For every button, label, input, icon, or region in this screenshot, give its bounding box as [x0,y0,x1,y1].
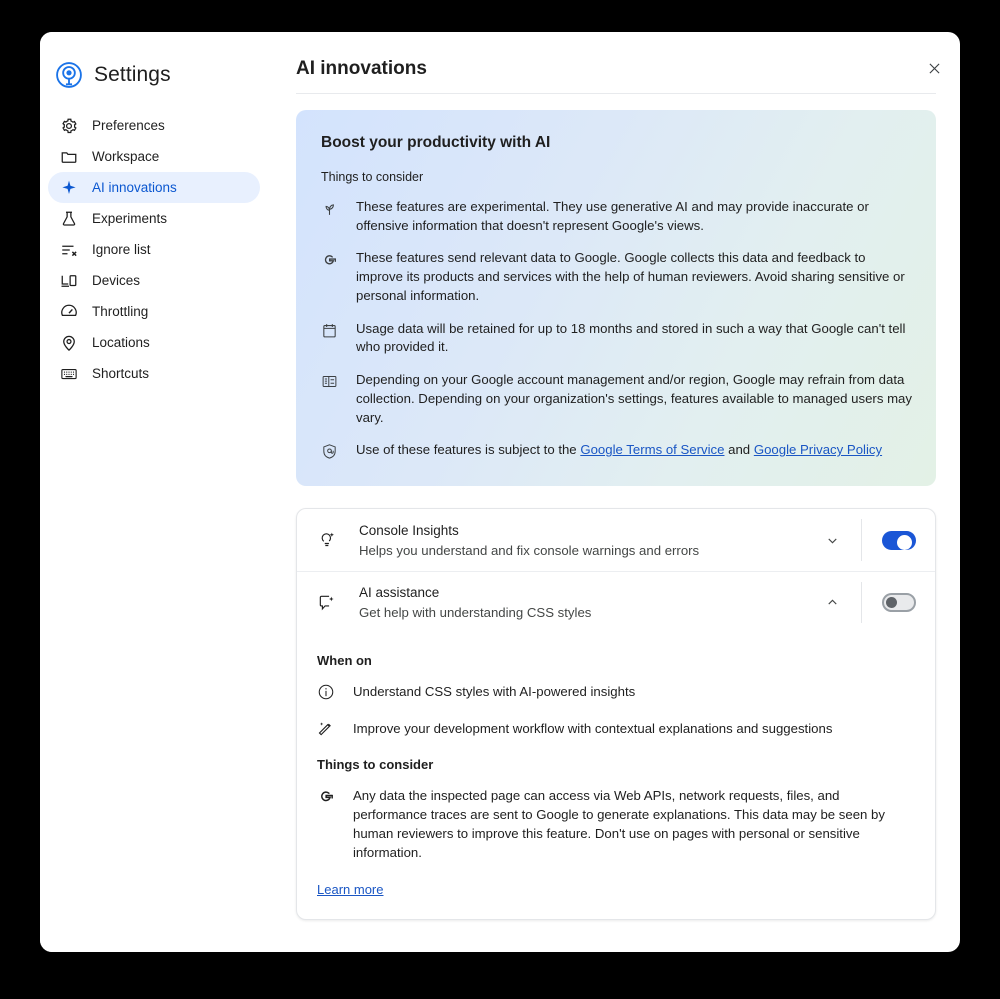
things-to-consider-title: Things to consider [317,757,913,772]
sidebar-item-label: Throttling [92,304,148,319]
info-bullet-text: These features are experimental. They us… [356,198,912,235]
sidebar-item-devices[interactable]: Devices [48,265,260,296]
when-on-item-text: Understand CSS styles with AI-powered in… [353,682,635,701]
corporate-fare-icon [321,373,338,390]
things-to-consider-item: Any data the inspected page can access v… [317,786,913,863]
toggle-cell [861,582,935,623]
keyboard-icon [60,365,78,383]
info-bullet: Depending on your Google account managem… [321,371,912,427]
policy-shield-icon [321,443,338,460]
sidebar-item-shortcuts[interactable]: Shortcuts [48,358,260,389]
ai-assistance-expanded-panel: When on Understand CSS styles with AI-po… [297,633,935,919]
sidebar-item-experiments[interactable]: Experiments [48,203,260,234]
sidebar-item-workspace[interactable]: Workspace [48,141,260,172]
dialog-body: Settings Preferences [40,32,960,952]
google-privacy-policy-link[interactable]: Google Privacy Policy [754,442,882,457]
info-legal-text: Use of these features is subject to the … [356,441,882,460]
feature-row-ai-assistance[interactable]: AI assistance Get help with understandin… [297,571,935,633]
sidebar-item-label: Shortcuts [92,366,149,381]
sidebar-nav: Preferences Workspace [40,110,268,389]
info-legal-row: Use of these features is subject to the … [321,441,912,460]
brand-header: Settings [40,32,268,94]
legal-prefix: Use of these features is subject to the [356,442,580,457]
folder-icon [60,148,78,166]
when-on-item-text: Improve your development workflow with c… [353,719,832,738]
info-bullet-text: Depending on your Google account managem… [356,371,912,427]
sidebar-item-label: Workspace [92,149,159,164]
sidebar-item-label: Locations [92,335,150,350]
content-header: AI innovations [296,32,936,94]
feature-description: Helps you understand and fix console war… [359,541,815,560]
sidebar-item-ai-innovations[interactable]: AI innovations [48,172,260,203]
info-bullet-text: These features send relevant data to Goo… [356,249,912,305]
list-remove-icon [60,241,78,259]
info-circle-icon [317,683,335,701]
ai-info-card: Boost your productivity with AI Things t… [296,110,936,486]
auto-fix-icon [317,720,335,738]
info-bullet: Usage data will be retained for up to 18… [321,320,912,357]
google-g-icon [321,251,338,268]
ai-features-card: Console Insights Helps you understand an… [296,508,936,920]
console-insights-toggle[interactable] [882,531,916,550]
chevron-up-icon[interactable] [815,586,849,620]
sidebar-item-label: Devices [92,273,140,288]
sidebar-item-label: Preferences [92,118,165,133]
learn-more-link[interactable]: Learn more [317,882,383,897]
toggle-knob [897,535,912,550]
lightbulb-sparkle-icon [317,530,337,550]
info-bullet: These features are experimental. They us… [321,198,912,235]
toggle-knob [886,597,897,608]
toggle-cell [861,519,935,561]
google-terms-of-service-link[interactable]: Google Terms of Service [580,442,724,457]
sidebar-item-ignore-list[interactable]: Ignore list [48,234,260,265]
when-on-item: Improve your development workflow with c… [317,719,913,738]
sparkle-icon [60,179,78,197]
info-bullet: These features send relevant data to Goo… [321,249,912,305]
sidebar-item-throttling[interactable]: Throttling [48,296,260,327]
pin-icon [60,334,78,352]
settings-scroll-area[interactable]: Boost your productivity with AI Things t… [268,94,960,952]
sidebar-item-locations[interactable]: Locations [48,327,260,358]
feature-description: Get help with understanding CSS styles [359,603,815,622]
info-bullet-text: Usage data will be retained for up to 18… [356,320,912,357]
devtools-logo-icon [56,62,82,88]
flask-icon [60,210,78,228]
gauge-icon [60,303,78,321]
info-card-title: Boost your productivity with AI [321,134,912,152]
feature-text: AI assistance Get help with understandin… [359,583,815,622]
sidebar-item-preferences[interactable]: Preferences [48,110,260,141]
when-on-title: When on [317,653,913,668]
app-title: Settings [94,63,171,87]
sidebar-item-label: AI innovations [92,180,177,195]
google-g-icon [317,787,335,805]
feature-row-console-insights[interactable]: Console Insights Helps you understand an… [297,509,935,571]
ai-assistance-toggle[interactable] [882,593,916,612]
sprout-icon [321,200,338,217]
settings-content: AI innovations Boost your productivity w… [268,32,960,952]
close-icon[interactable] [918,52,950,84]
feature-name: Console Insights [359,521,815,541]
settings-dialog: Settings Preferences [40,32,960,952]
info-card-subtitle: Things to consider [321,170,912,184]
chat-sparkle-icon [317,593,337,613]
sidebar-item-label: Ignore list [92,242,151,257]
legal-middle: and [724,442,753,457]
feature-text: Console Insights Helps you understand an… [359,521,815,560]
gear-icon [60,117,78,135]
feature-name: AI assistance [359,583,815,603]
things-to-consider-text: Any data the inspected page can access v… [353,786,913,863]
calendar-icon [321,322,338,339]
page-title: AI innovations [296,58,427,80]
sidebar-item-label: Experiments [92,211,167,226]
settings-sidebar: Settings Preferences [40,32,268,952]
chevron-down-icon[interactable] [815,523,849,557]
devices-icon [60,272,78,290]
when-on-item: Understand CSS styles with AI-powered in… [317,682,913,701]
